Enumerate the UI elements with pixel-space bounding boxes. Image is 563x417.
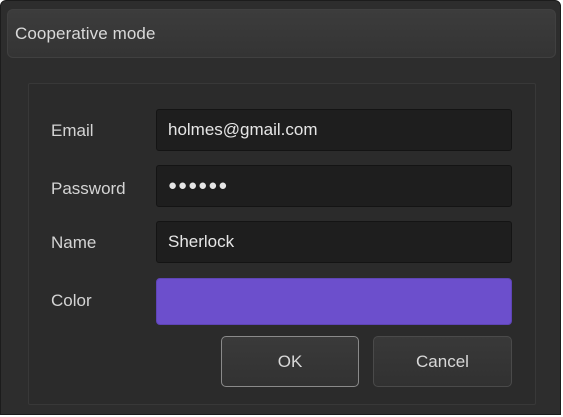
email-label: Email bbox=[51, 121, 94, 140]
cooperative-mode-dialog: Cooperative mode Email holmes@gmail.com … bbox=[0, 0, 561, 415]
title-bar[interactable]: Cooperative mode bbox=[7, 9, 556, 58]
color-label: Color bbox=[51, 291, 92, 310]
password-label: Password bbox=[51, 179, 126, 198]
cancel-button[interactable]: Cancel bbox=[373, 336, 512, 387]
email-field[interactable]: holmes@gmail.com bbox=[156, 109, 512, 151]
password-field[interactable]: ●●●●●● bbox=[156, 165, 512, 207]
ok-button[interactable]: OK bbox=[221, 336, 359, 387]
dialog-title: Cooperative mode bbox=[15, 24, 156, 43]
name-field[interactable]: Sherlock bbox=[156, 221, 512, 263]
color-picker-swatch[interactable] bbox=[156, 278, 512, 325]
name-label: Name bbox=[51, 233, 97, 252]
